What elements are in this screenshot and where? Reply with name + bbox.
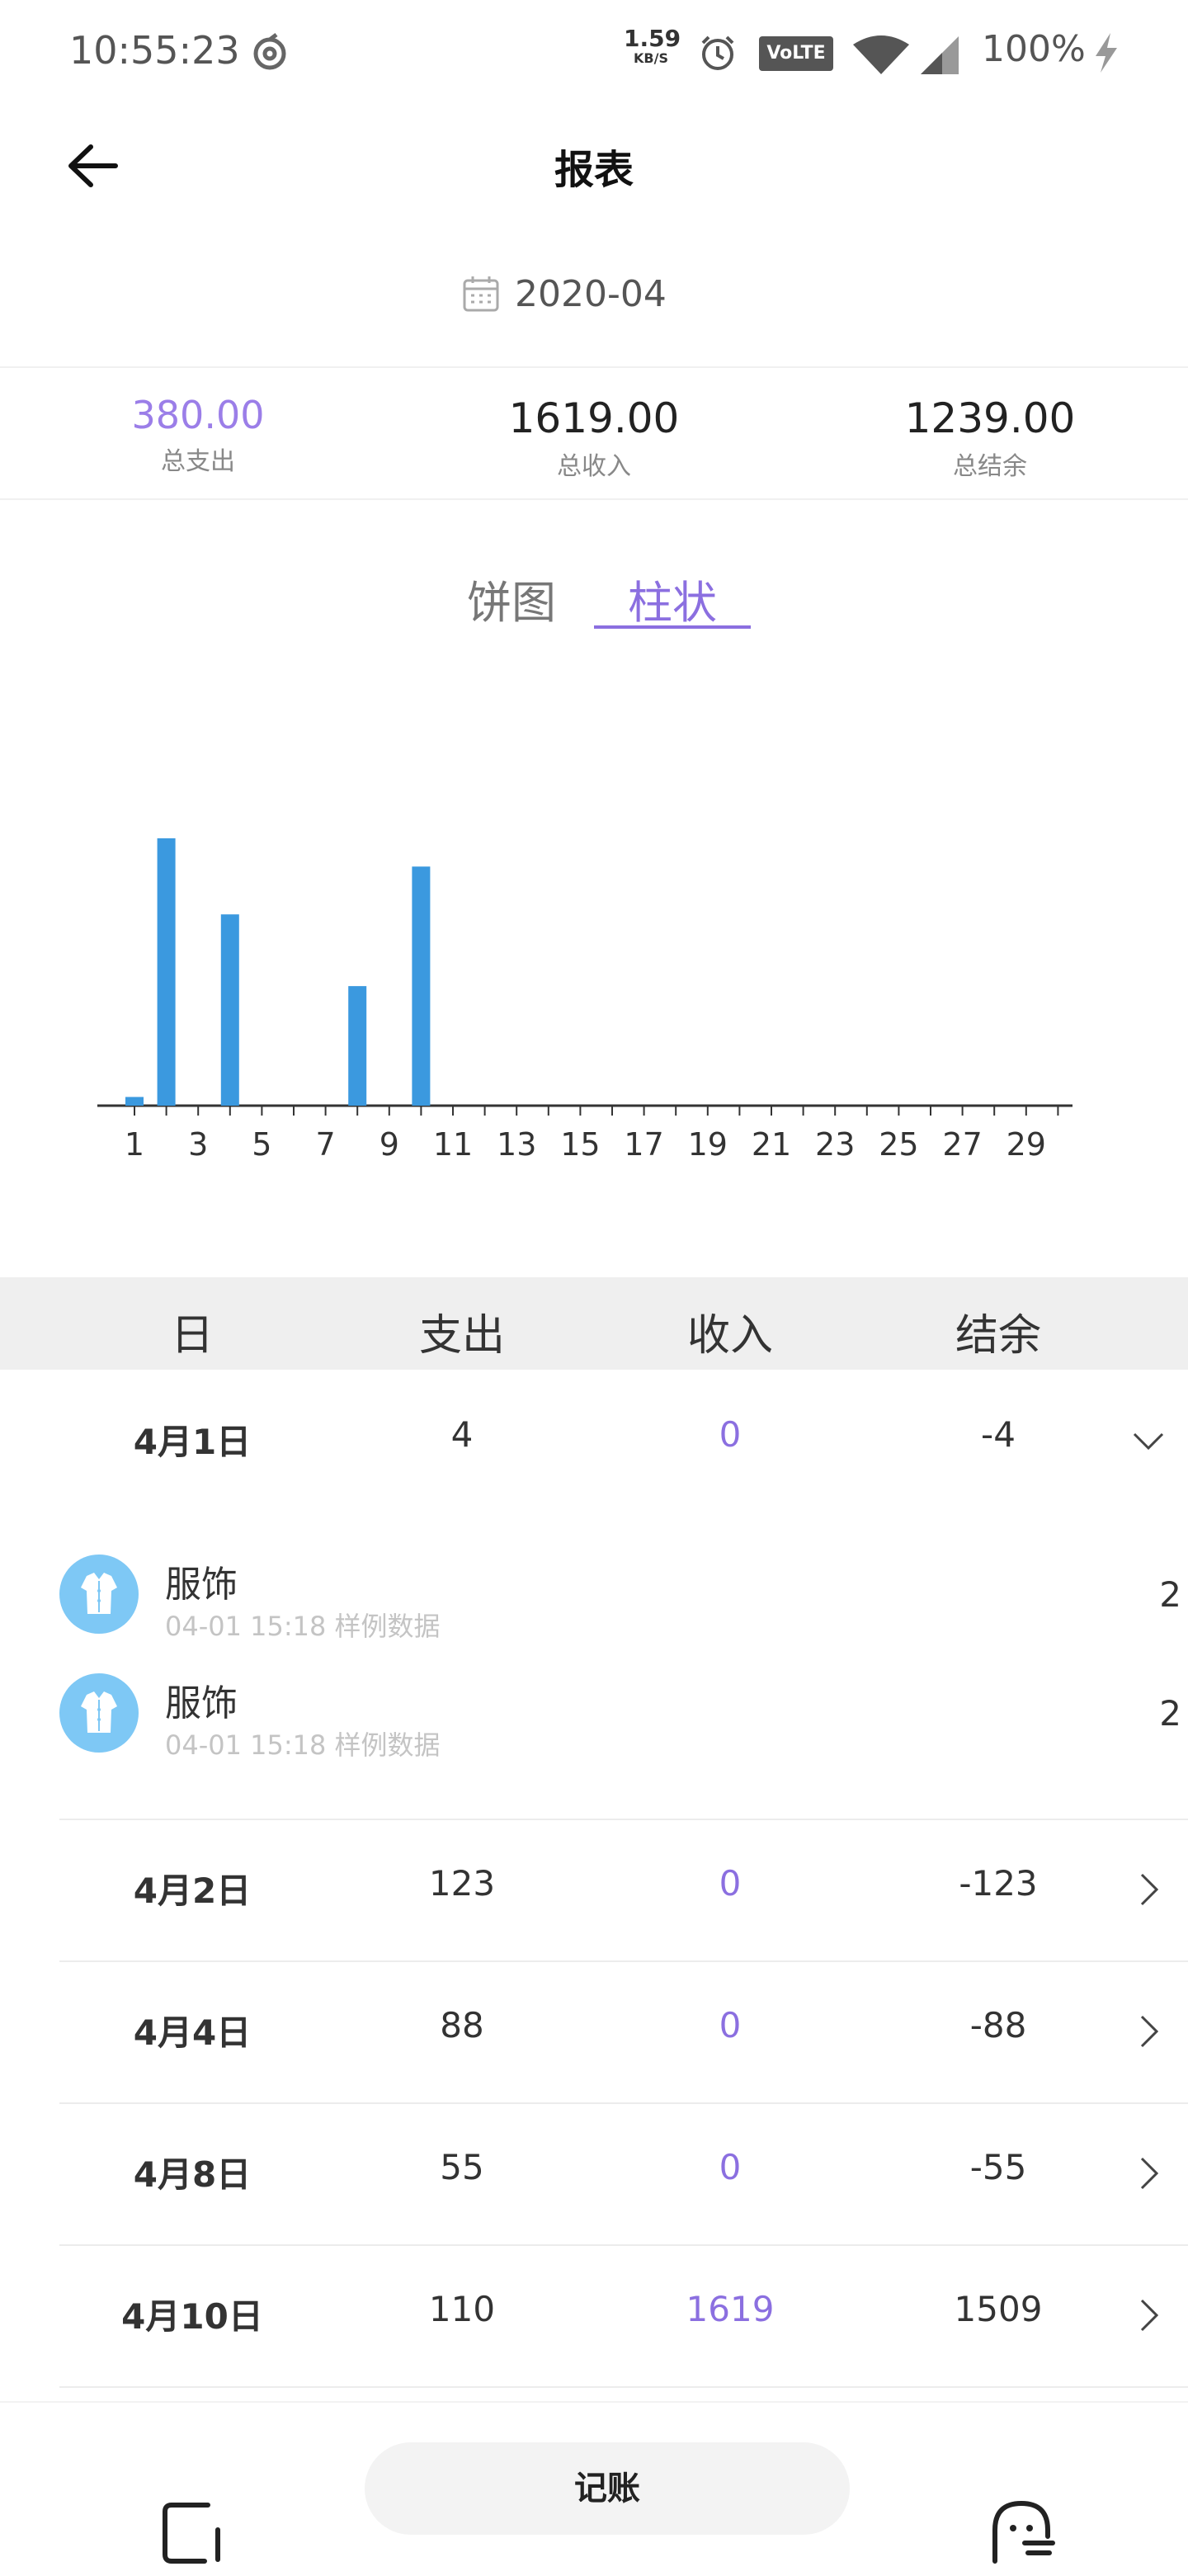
total-balance-value: 1239.00 bbox=[904, 394, 1076, 442]
divider bbox=[59, 2386, 1188, 2388]
table-row[interactable]: 4月8日 55 0 -55 bbox=[0, 2104, 1188, 2244]
record-entry-button[interactable]: 记账 bbox=[365, 2442, 850, 2535]
x-tick-label: 15 bbox=[560, 1126, 600, 1163]
shirt-icon bbox=[59, 1555, 139, 1634]
x-tick-label: 5 bbox=[252, 1126, 271, 1163]
total-income-label: 总收入 bbox=[557, 452, 631, 481]
chevron-right-icon bbox=[1140, 2299, 1159, 2332]
tab-bar-chart[interactable]: 柱状 bbox=[594, 566, 751, 631]
active-tab-indicator bbox=[594, 625, 751, 629]
table-header: 日 支出 收入 结余 bbox=[0, 1277, 1188, 1370]
daily-bar-chart: 1 3 5 7 9 11 13 15 17 19 21 23 25 27 29 bbox=[97, 838, 1072, 1163]
divider bbox=[0, 498, 1188, 500]
header-expense: 支出 bbox=[418, 1311, 505, 1361]
x-tick-label: 19 bbox=[688, 1126, 728, 1163]
total-balance: 1239.00 总结余 bbox=[850, 394, 1130, 482]
entry-amount: 2 bbox=[1159, 1693, 1181, 1734]
battery-percent: 100% bbox=[982, 28, 1086, 70]
volte-badge: VoLTE bbox=[759, 36, 833, 71]
x-tick-label: 1 bbox=[125, 1126, 144, 1163]
list-item[interactable]: 服饰 04-01 15:18 样例数据 2 bbox=[59, 1673, 1188, 1781]
x-tick-label: 9 bbox=[380, 1126, 399, 1163]
x-tick-label: 7 bbox=[316, 1126, 336, 1163]
row-expense: 110 bbox=[428, 2289, 496, 2329]
x-tick-label: 25 bbox=[879, 1126, 918, 1163]
total-expense-value: 380.00 bbox=[131, 393, 265, 437]
page-title: 报表 bbox=[554, 147, 634, 193]
chevron-right-icon bbox=[1140, 2015, 1159, 2048]
row-income: 1619 bbox=[686, 2289, 775, 2329]
entry-category: 服饰 bbox=[165, 1564, 238, 1606]
bar-day-1 bbox=[125, 1097, 144, 1106]
signal-icon bbox=[921, 36, 959, 74]
month-picker[interactable]: 2020-04 bbox=[462, 269, 667, 318]
chevron-right-icon bbox=[1140, 2157, 1159, 2190]
row-income: 0 bbox=[719, 1414, 742, 1455]
row-day: 4月10日 bbox=[121, 2296, 263, 2337]
table-row[interactable]: 4月4日 88 0 -88 bbox=[0, 1962, 1188, 2102]
shirt-icon bbox=[59, 1673, 139, 1753]
recording-icon bbox=[253, 33, 286, 70]
header-day: 日 bbox=[170, 1311, 214, 1361]
table-row[interactable]: 4月2日 123 0 -123 bbox=[0, 1820, 1188, 1960]
bar-day-8 bbox=[348, 986, 367, 1106]
table-row[interactable]: 4月1日 4 0 -4 bbox=[0, 1371, 1188, 1512]
row-expense: 4 bbox=[450, 1414, 474, 1455]
row-expense: 123 bbox=[428, 1863, 496, 1904]
net-speed-unit: KB/S bbox=[634, 50, 668, 66]
tab-pie-chart[interactable]: 饼图 bbox=[467, 566, 556, 631]
entry-amount: 2 bbox=[1159, 1574, 1181, 1615]
row-income: 0 bbox=[719, 1863, 742, 1904]
chevron-down-icon bbox=[1133, 1432, 1164, 1451]
row-balance: -55 bbox=[969, 2147, 1027, 2187]
row-balance: 1509 bbox=[954, 2289, 1043, 2329]
bar-day-2 bbox=[157, 838, 176, 1106]
row-day: 4月4日 bbox=[133, 2012, 252, 2053]
x-tick-label: 3 bbox=[188, 1126, 208, 1163]
row-expense: 88 bbox=[440, 2005, 484, 2045]
x-tick-label: 11 bbox=[433, 1126, 473, 1163]
network-speed: 1.59 KB/S bbox=[624, 25, 681, 66]
row-day: 4月8日 bbox=[133, 2154, 252, 2195]
total-expense: 380.00 总支出 bbox=[58, 393, 338, 477]
divider bbox=[0, 366, 1188, 368]
entry-meta: 04-01 15:18 样例数据 bbox=[165, 1611, 441, 1642]
profile-nav-icon[interactable] bbox=[987, 2500, 1056, 2564]
total-income-value: 1619.00 bbox=[508, 394, 680, 442]
x-tick-label: 23 bbox=[815, 1126, 855, 1163]
x-tick-label: 27 bbox=[942, 1126, 982, 1163]
net-speed-value: 1.59 bbox=[624, 25, 681, 52]
row-expense: 55 bbox=[440, 2147, 484, 2187]
row-day: 4月2日 bbox=[133, 1871, 252, 1911]
list-item[interactable]: 服饰 04-01 15:18 样例数据 2 bbox=[59, 1555, 1188, 1662]
x-tick-label: 21 bbox=[752, 1126, 791, 1163]
report-nav-icon[interactable] bbox=[162, 2502, 224, 2564]
total-income: 1619.00 总收入 bbox=[454, 394, 734, 482]
alarm-icon bbox=[701, 35, 734, 70]
status-time: 10:55:23 bbox=[69, 28, 240, 73]
charging-icon bbox=[1096, 33, 1117, 73]
table-row[interactable]: 4月10日 110 1619 1509 bbox=[0, 2246, 1188, 2386]
header-balance: 结余 bbox=[955, 1311, 1041, 1361]
chevron-right-icon bbox=[1140, 1873, 1159, 1906]
x-tick-label: 17 bbox=[624, 1126, 663, 1163]
selected-month: 2020-04 bbox=[515, 272, 667, 315]
bar-day-4 bbox=[220, 914, 239, 1106]
row-balance: -88 bbox=[969, 2005, 1027, 2045]
row-balance: -123 bbox=[959, 1863, 1038, 1904]
calendar-icon bbox=[463, 276, 499, 312]
total-balance-label: 总结余 bbox=[953, 452, 1027, 481]
total-expense-label: 总支出 bbox=[161, 447, 235, 476]
row-balance: -4 bbox=[981, 1414, 1016, 1455]
bar-day-10 bbox=[412, 866, 431, 1106]
row-day: 4月1日 bbox=[133, 1422, 252, 1462]
row-income: 0 bbox=[719, 2147, 742, 2187]
x-tick-label: 13 bbox=[497, 1126, 536, 1163]
row-income: 0 bbox=[719, 2005, 742, 2045]
entry-category: 服饰 bbox=[165, 1682, 238, 1724]
header-income: 收入 bbox=[686, 1311, 773, 1361]
entry-meta: 04-01 15:18 样例数据 bbox=[165, 1729, 441, 1761]
x-tick-label: 29 bbox=[1006, 1126, 1046, 1163]
wifi-icon bbox=[853, 35, 909, 74]
